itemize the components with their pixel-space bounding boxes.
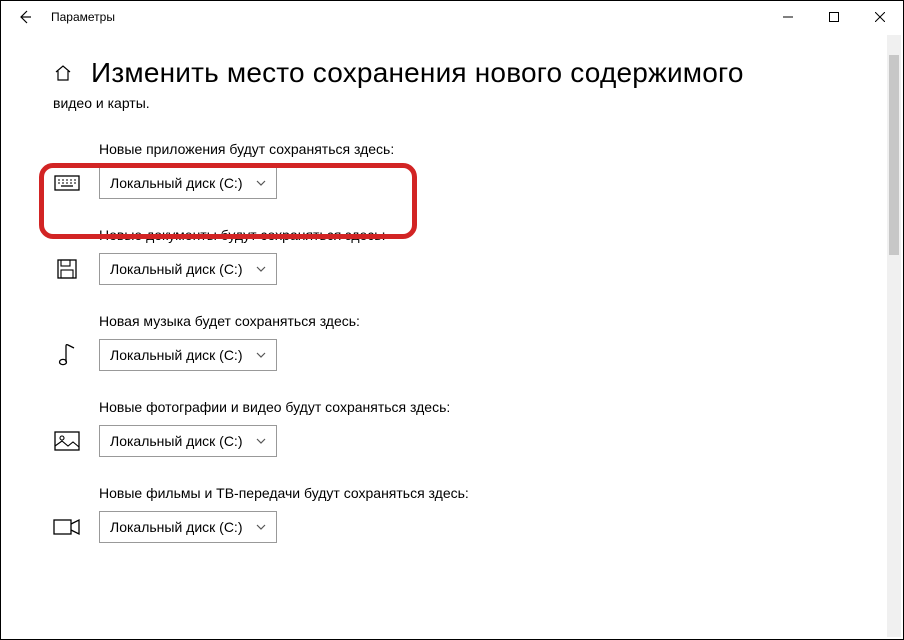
setting-row-movies: Новые фильмы и ТВ-передачи будут сохраня… (43, 485, 863, 543)
content-area: Изменить место сохранения нового содержи… (1, 33, 903, 543)
page-subtitle: видео и карты. (53, 95, 863, 111)
chevron-down-icon (256, 522, 266, 533)
setting-label: Новые приложения будут сохраняться здесь… (99, 141, 863, 157)
chevron-down-icon (256, 178, 266, 189)
dropdown-value: Локальный диск (C:) (110, 347, 243, 363)
dropdown-value: Локальный диск (C:) (110, 261, 243, 277)
photos-location-dropdown[interactable]: Локальный диск (C:) (99, 425, 277, 457)
music-location-dropdown[interactable]: Локальный диск (C:) (99, 339, 277, 371)
scrollbar-thumb[interactable] (889, 55, 899, 255)
documents-location-dropdown[interactable]: Локальный диск (C:) (99, 253, 277, 285)
dropdown-value: Локальный диск (C:) (110, 175, 243, 191)
setting-row-apps: Новые приложения будут сохраняться здесь… (43, 141, 863, 199)
music-note-icon (53, 341, 81, 369)
titlebar: Параметры (1, 1, 903, 33)
back-button[interactable] (9, 1, 41, 33)
dropdown-value: Локальный диск (C:) (110, 519, 243, 535)
window-title: Параметры (51, 10, 115, 24)
page-title: Изменить место сохранения нового содержи… (91, 57, 744, 89)
video-camera-icon (53, 513, 81, 541)
maximize-button[interactable] (811, 1, 857, 33)
chevron-down-icon (256, 436, 266, 447)
setting-row-music: Новая музыка будет сохраняться здесь: Ло… (43, 313, 863, 371)
home-icon[interactable] (53, 63, 73, 83)
chevron-down-icon (256, 350, 266, 361)
scrollbar[interactable] (887, 35, 901, 637)
dropdown-value: Локальный диск (C:) (110, 433, 243, 449)
chevron-down-icon (256, 264, 266, 275)
setting-label: Новые фильмы и ТВ-передачи будут сохраня… (99, 485, 863, 501)
picture-icon (53, 427, 81, 455)
keyboard-icon (53, 169, 81, 197)
setting-row-photos: Новые фотографии и видео будут сохранять… (43, 399, 863, 457)
setting-label: Новые фотографии и видео будут сохранять… (99, 399, 863, 415)
save-icon (53, 255, 81, 283)
movies-location-dropdown[interactable]: Локальный диск (C:) (99, 511, 277, 543)
close-button[interactable] (857, 1, 903, 33)
setting-label: Новая музыка будет сохраняться здесь: (99, 313, 863, 329)
apps-location-dropdown[interactable]: Локальный диск (C:) (99, 167, 277, 199)
minimize-button[interactable] (765, 1, 811, 33)
setting-label: Новые документы будут сохраняться здесь: (99, 227, 863, 243)
setting-row-documents: Новые документы будут сохраняться здесь:… (43, 227, 863, 285)
